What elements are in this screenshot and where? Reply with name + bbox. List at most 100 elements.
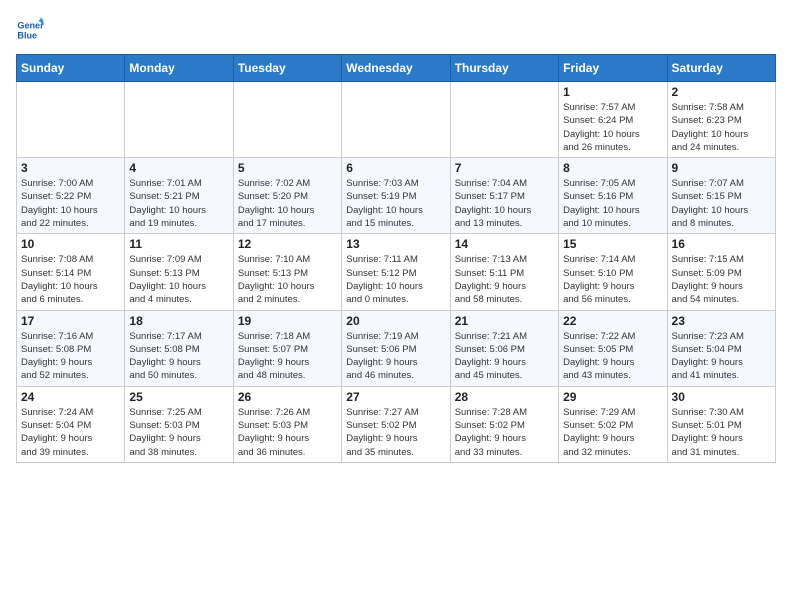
calendar-cell: 3 Sunrise: 7:00 AM Sunset: 5:22 PM Daylig… bbox=[17, 158, 125, 234]
weekday-header-wednesday: Wednesday bbox=[342, 55, 450, 82]
day-info: Sunrise: 7:22 AM Sunset: 5:05 PM Dayligh… bbox=[563, 330, 662, 383]
calendar-cell: 15 Sunrise: 7:14 AM Sunset: 5:10 PM Dayli… bbox=[559, 234, 667, 310]
day-info: Sunrise: 7:18 AM Sunset: 5:07 PM Dayligh… bbox=[238, 330, 337, 383]
calendar-cell: 30 Sunrise: 7:30 AM Sunset: 5:01 PM Dayli… bbox=[667, 386, 775, 462]
day-number: 13 bbox=[346, 237, 445, 251]
week-row-3: 10Sunrise: 7:08 AM Sunset: 5:14 PM Dayli… bbox=[17, 234, 776, 310]
day-number: 18 bbox=[129, 314, 228, 328]
week-row-5: 24 Sunrise: 7:24 AM Sunset: 5:04 PM Dayli… bbox=[17, 386, 776, 462]
calendar-cell: 12Sunrise: 7:10 AM Sunset: 5:13 PM Dayli… bbox=[233, 234, 341, 310]
day-number: 16 bbox=[672, 237, 771, 251]
calendar-cell bbox=[17, 82, 125, 158]
day-info: Sunrise: 7:58 AM Sunset: 6:23 PM Dayligh… bbox=[672, 101, 771, 154]
calendar-cell: 22 Sunrise: 7:22 AM Sunset: 5:05 PM Dayli… bbox=[559, 310, 667, 386]
day-number: 20 bbox=[346, 314, 445, 328]
day-info: Sunrise: 7:05 AM Sunset: 5:16 PM Dayligh… bbox=[563, 177, 662, 230]
day-info: Sunrise: 7:07 AM Sunset: 5:15 PM Dayligh… bbox=[672, 177, 771, 230]
day-number: 21 bbox=[455, 314, 554, 328]
calendar-cell: 18Sunrise: 7:17 AM Sunset: 5:08 PM Dayli… bbox=[125, 310, 233, 386]
calendar-cell: 20 Sunrise: 7:19 AM Sunset: 5:06 PM Dayli… bbox=[342, 310, 450, 386]
day-number: 11 bbox=[129, 237, 228, 251]
calendar-cell: 8 Sunrise: 7:05 AM Sunset: 5:16 PM Daylig… bbox=[559, 158, 667, 234]
day-number: 10 bbox=[21, 237, 120, 251]
day-info: Sunrise: 7:14 AM Sunset: 5:10 PM Dayligh… bbox=[563, 253, 662, 306]
calendar-cell: 9 Sunrise: 7:07 AM Sunset: 5:15 PM Daylig… bbox=[667, 158, 775, 234]
calendar: SundayMondayTuesdayWednesdayThursdayFrid… bbox=[16, 54, 776, 463]
day-number: 30 bbox=[672, 390, 771, 404]
day-number: 9 bbox=[672, 161, 771, 175]
day-number: 17 bbox=[21, 314, 120, 328]
day-number: 29 bbox=[563, 390, 662, 404]
calendar-cell: 17 Sunrise: 7:16 AM Sunset: 5:08 PM Dayli… bbox=[17, 310, 125, 386]
day-number: 4 bbox=[129, 161, 228, 175]
calendar-cell bbox=[342, 82, 450, 158]
day-number: 15 bbox=[563, 237, 662, 251]
day-info: Sunrise: 7:03 AM Sunset: 5:19 PM Dayligh… bbox=[346, 177, 445, 230]
day-info: Sunrise: 7:00 AM Sunset: 5:22 PM Dayligh… bbox=[21, 177, 120, 230]
day-info: Sunrise: 7:27 AM Sunset: 5:02 PM Dayligh… bbox=[346, 406, 445, 459]
svg-text:Blue: Blue bbox=[17, 30, 37, 40]
day-number: 3 bbox=[21, 161, 120, 175]
day-info: Sunrise: 7:10 AM Sunset: 5:13 PM Dayligh… bbox=[238, 253, 337, 306]
week-row-2: 3 Sunrise: 7:00 AM Sunset: 5:22 PM Daylig… bbox=[17, 158, 776, 234]
weekday-header-monday: Monday bbox=[125, 55, 233, 82]
weekday-header-row: SundayMondayTuesdayWednesdayThursdayFrid… bbox=[17, 55, 776, 82]
calendar-cell: 4 Sunrise: 7:01 AM Sunset: 5:21 PM Daylig… bbox=[125, 158, 233, 234]
day-info: Sunrise: 7:15 AM Sunset: 5:09 PM Dayligh… bbox=[672, 253, 771, 306]
calendar-cell: 13 Sunrise: 7:11 AM Sunset: 5:12 PM Dayli… bbox=[342, 234, 450, 310]
day-number: 1 bbox=[563, 85, 662, 99]
week-row-4: 17 Sunrise: 7:16 AM Sunset: 5:08 PM Dayli… bbox=[17, 310, 776, 386]
weekday-header-friday: Friday bbox=[559, 55, 667, 82]
day-info: Sunrise: 7:24 AM Sunset: 5:04 PM Dayligh… bbox=[21, 406, 120, 459]
day-info: Sunrise: 7:19 AM Sunset: 5:06 PM Dayligh… bbox=[346, 330, 445, 383]
day-info: Sunrise: 7:13 AM Sunset: 5:11 PM Dayligh… bbox=[455, 253, 554, 306]
day-number: 6 bbox=[346, 161, 445, 175]
day-info: Sunrise: 7:04 AM Sunset: 5:17 PM Dayligh… bbox=[455, 177, 554, 230]
calendar-cell bbox=[233, 82, 341, 158]
day-number: 24 bbox=[21, 390, 120, 404]
calendar-cell bbox=[450, 82, 558, 158]
header: General Blue bbox=[16, 16, 776, 44]
day-info: Sunrise: 7:11 AM Sunset: 5:12 PM Dayligh… bbox=[346, 253, 445, 306]
day-info: Sunrise: 7:28 AM Sunset: 5:02 PM Dayligh… bbox=[455, 406, 554, 459]
calendar-cell: 14Sunrise: 7:13 AM Sunset: 5:11 PM Dayli… bbox=[450, 234, 558, 310]
day-number: 19 bbox=[238, 314, 337, 328]
day-number: 7 bbox=[455, 161, 554, 175]
weekday-header-sunday: Sunday bbox=[17, 55, 125, 82]
logo: General Blue bbox=[16, 16, 44, 44]
day-info: Sunrise: 7:30 AM Sunset: 5:01 PM Dayligh… bbox=[672, 406, 771, 459]
calendar-cell: 23Sunrise: 7:23 AM Sunset: 5:04 PM Dayli… bbox=[667, 310, 775, 386]
calendar-cell: 7 Sunrise: 7:04 AM Sunset: 5:17 PM Daylig… bbox=[450, 158, 558, 234]
calendar-cell: 19 Sunrise: 7:18 AM Sunset: 5:07 PM Dayli… bbox=[233, 310, 341, 386]
day-info: Sunrise: 7:09 AM Sunset: 5:13 PM Dayligh… bbox=[129, 253, 228, 306]
day-number: 22 bbox=[563, 314, 662, 328]
weekday-header-saturday: Saturday bbox=[667, 55, 775, 82]
day-info: Sunrise: 7:16 AM Sunset: 5:08 PM Dayligh… bbox=[21, 330, 120, 383]
calendar-cell: 2 Sunrise: 7:58 AM Sunset: 6:23 PM Daylig… bbox=[667, 82, 775, 158]
day-number: 8 bbox=[563, 161, 662, 175]
weekday-header-tuesday: Tuesday bbox=[233, 55, 341, 82]
day-info: Sunrise: 7:26 AM Sunset: 5:03 PM Dayligh… bbox=[238, 406, 337, 459]
day-number: 5 bbox=[238, 161, 337, 175]
week-row-1: 1 Sunrise: 7:57 AM Sunset: 6:24 PM Daylig… bbox=[17, 82, 776, 158]
svg-text:General: General bbox=[17, 21, 44, 31]
day-number: 28 bbox=[455, 390, 554, 404]
day-info: Sunrise: 7:29 AM Sunset: 5:02 PM Dayligh… bbox=[563, 406, 662, 459]
day-number: 27 bbox=[346, 390, 445, 404]
day-info: Sunrise: 7:21 AM Sunset: 5:06 PM Dayligh… bbox=[455, 330, 554, 383]
calendar-cell: 5Sunrise: 7:02 AM Sunset: 5:20 PM Daylig… bbox=[233, 158, 341, 234]
calendar-cell: 25Sunrise: 7:25 AM Sunset: 5:03 PM Dayli… bbox=[125, 386, 233, 462]
calendar-cell: 1 Sunrise: 7:57 AM Sunset: 6:24 PM Daylig… bbox=[559, 82, 667, 158]
calendar-cell: 29 Sunrise: 7:29 AM Sunset: 5:02 PM Dayli… bbox=[559, 386, 667, 462]
calendar-cell: 10Sunrise: 7:08 AM Sunset: 5:14 PM Dayli… bbox=[17, 234, 125, 310]
day-number: 2 bbox=[672, 85, 771, 99]
calendar-cell: 21 Sunrise: 7:21 AM Sunset: 5:06 PM Dayli… bbox=[450, 310, 558, 386]
calendar-cell: 11 Sunrise: 7:09 AM Sunset: 5:13 PM Dayli… bbox=[125, 234, 233, 310]
day-info: Sunrise: 7:25 AM Sunset: 5:03 PM Dayligh… bbox=[129, 406, 228, 459]
day-info: Sunrise: 7:57 AM Sunset: 6:24 PM Dayligh… bbox=[563, 101, 662, 154]
day-info: Sunrise: 7:23 AM Sunset: 5:04 PM Dayligh… bbox=[672, 330, 771, 383]
weekday-header-thursday: Thursday bbox=[450, 55, 558, 82]
calendar-cell: 27 Sunrise: 7:27 AM Sunset: 5:02 PM Dayli… bbox=[342, 386, 450, 462]
calendar-cell: 24 Sunrise: 7:24 AM Sunset: 5:04 PM Dayli… bbox=[17, 386, 125, 462]
day-info: Sunrise: 7:01 AM Sunset: 5:21 PM Dayligh… bbox=[129, 177, 228, 230]
